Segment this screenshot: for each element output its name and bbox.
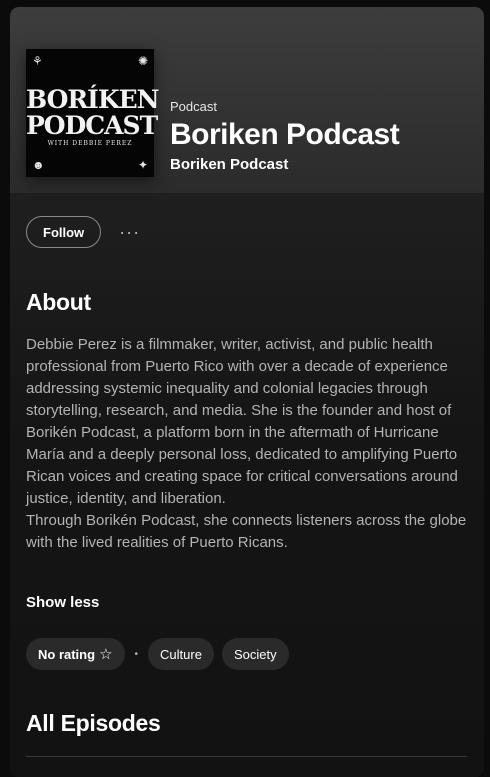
all-episodes-heading: All Episodes — [26, 710, 161, 736]
cover-byline: WITH DEBBIE PEREZ — [47, 140, 133, 147]
publisher-link[interactable]: Boriken Podcast — [170, 156, 399, 173]
about-heading: About — [26, 289, 91, 315]
cover-ornament-icon: ✦ — [137, 158, 148, 172]
podcast-title: Boriken Podcast — [170, 118, 400, 151]
about-description: Debbie Perez is a filmmaker, writer, act… — [26, 334, 472, 554]
podcast-cover-art: ⚘ ✺ BORÍKEN PODCAST WITH DEBBIE PEREZ ☻ … — [26, 49, 159, 177]
category-chip-society[interactable]: Society — [221, 638, 289, 670]
about-paragraph: Through Borikén Podcast, she connects li… — [26, 512, 467, 551]
more-options-icon[interactable]: ··· — [119, 223, 140, 241]
follow-button[interactable]: Follow — [26, 216, 102, 248]
tag-row: No rating ☆ • Culture Society — [26, 638, 289, 670]
action-bar: Follow ··· — [26, 216, 140, 248]
cover-ornament-icon: ✺ — [137, 54, 148, 68]
cover-title-line2: PODCAST — [26, 111, 158, 140]
content-type-label: Podcast — [170, 99, 217, 114]
separator-dot: • — [134, 648, 139, 660]
podcast-panel: ⚘ ✺ BORÍKEN PODCAST WITH DEBBIE PEREZ ☻ … — [10, 7, 484, 777]
cover-title-line1: BORÍKEN — [26, 85, 159, 114]
divider — [26, 756, 467, 757]
cover-ornament-icon: ⚘ — [32, 54, 43, 68]
star-icon: ☆ — [99, 646, 113, 663]
rating-chip[interactable]: No rating ☆ — [26, 638, 125, 670]
podcast-info: Podcast Boriken Podcast Boriken Podcast — [170, 99, 400, 173]
category-chip-culture[interactable]: Culture — [148, 638, 214, 670]
rating-label: No rating — [38, 646, 96, 662]
show-less-button[interactable]: Show less — [26, 594, 99, 611]
cover-ornament-icon: ☻ — [32, 158, 45, 172]
about-paragraph: Debbie Perez is a filmmaker, writer, act… — [26, 336, 458, 507]
